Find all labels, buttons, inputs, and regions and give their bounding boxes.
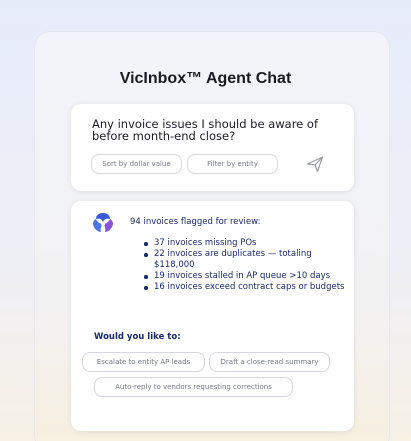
issues-list: 37 invoices missing POs 22 invoices are … bbox=[143, 238, 348, 293]
query-text: Any invoice issues I should be aware of … bbox=[92, 117, 319, 143]
response-card: 94 invoices flagged for review: 37 invoi… bbox=[71, 201, 354, 431]
list-item: 37 invoices missing POs bbox=[143, 238, 348, 249]
filter-by-entity-chip[interactable]: Filter by entity bbox=[187, 154, 278, 174]
escalate-button[interactable]: Escalate to entity AP leads bbox=[82, 352, 205, 372]
auto-reply-button[interactable]: Auto-reply to vendors requesting correct… bbox=[94, 377, 293, 397]
query-card: Any invoice issues I should be aware of … bbox=[71, 104, 354, 191]
list-item: 22 invoices are duplicates — totaling $1… bbox=[143, 249, 348, 271]
list-item: 19 invoices stalled in AP queue >10 days bbox=[143, 271, 348, 282]
draft-summary-button[interactable]: Draft a close-read summary bbox=[209, 352, 330, 372]
send-icon[interactable] bbox=[305, 154, 325, 174]
page-title: VicInbox™ Agent Chat bbox=[119, 70, 292, 87]
sort-by-dollar-chip[interactable]: Sort by dollar value bbox=[91, 154, 182, 174]
list-item: 16 invoices exceed contract caps or budg… bbox=[143, 282, 348, 293]
action-prompt: Would you like to: bbox=[94, 332, 181, 342]
agent-logo-icon bbox=[91, 211, 115, 235]
flagged-summary: 94 invoices flagged for review: bbox=[130, 217, 261, 227]
